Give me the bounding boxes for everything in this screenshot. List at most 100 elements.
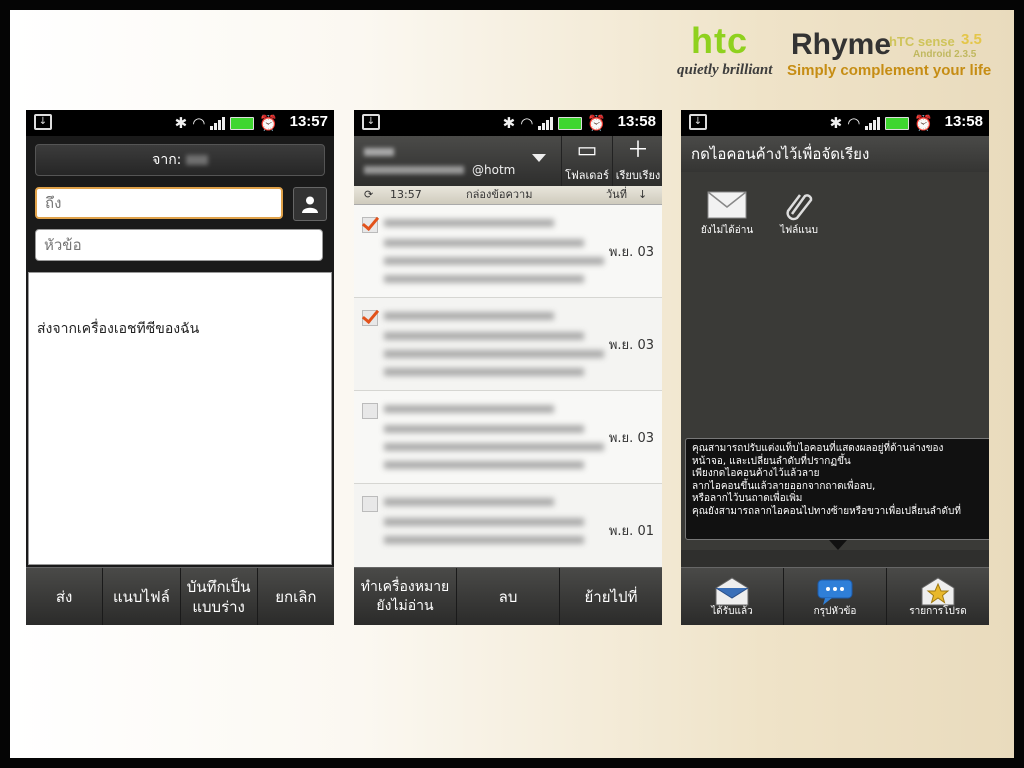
slot-unread[interactable]: ยังไม่ได้อ่าน — [697, 187, 757, 238]
attach-button[interactable]: แนบไฟล์ — [103, 568, 181, 625]
tab-group-label: กรุปหัวข้อ — [813, 605, 857, 617]
sync-time: 13:57 — [390, 188, 422, 201]
tab-favorites[interactable]: รายการโปรด — [887, 568, 989, 625]
inbox-toolbar: ทำเครื่องหมายยังไม่อ่าน ลบ ย้ายไปที่ — [354, 567, 662, 625]
message-checkbox[interactable] — [362, 310, 378, 326]
hint-line: หน้าจอ, และเปลี่ยนลำดับที่ปรากฏขึ้น — [692, 455, 851, 467]
inbox-subheader: ⟳ 13:57 กล่องข้อความ วันที่ ↓ — [354, 186, 662, 205]
signal-icon — [538, 116, 554, 130]
presentation-slide: htc Rhyme hTC sense 3.5 Android 2.3.5 qu… — [10, 10, 1014, 758]
message-date: พ.ย. 03 — [608, 431, 654, 446]
message-list: พ.ย. 03 พ.ย. 03 พ.ย. 03 พ.ย. 01 — [354, 205, 662, 577]
download-icon: ↓ — [362, 114, 380, 130]
move-to-button[interactable]: ย้ายไปที่ — [560, 568, 662, 625]
account-name-redacted — [364, 148, 394, 156]
sort-label: เรียบเรียง — [615, 169, 661, 182]
message-row[interactable]: พ.ย. 03 — [354, 205, 662, 298]
compose-screen: ↓ ✱ ◠ ⏰ 13:57 จาก: ส่งจากเครื่องเอชทีซีข… — [26, 110, 334, 625]
send-button[interactable]: ส่ง — [26, 568, 104, 625]
plus-icon: ＋ — [626, 138, 649, 163]
message-checkbox[interactable] — [362, 496, 378, 512]
folder-title: กล่องข้อความ — [466, 188, 533, 201]
sense-label: hTC sense — [889, 34, 955, 49]
contact-picker-button[interactable] — [293, 187, 327, 221]
mark-unread-button[interactable]: ทำเครื่องหมายยังไม่อ่าน — [354, 568, 457, 625]
person-icon — [302, 196, 318, 213]
tab-received[interactable]: ได้รับแล้ว — [681, 568, 784, 625]
hint-line: หรือลากไว้บนถาดเพื่อเพิ่ม — [692, 493, 803, 504]
status-time: 13:57 — [289, 113, 328, 130]
from-label: จาก: — [152, 152, 182, 168]
signal-icon — [865, 116, 881, 130]
envelope-icon — [707, 191, 747, 219]
model-name: Rhyme — [791, 28, 892, 61]
sort-field[interactable]: วันที่ — [606, 186, 627, 204]
battery-icon — [230, 116, 255, 130]
account-email-redacted — [364, 166, 464, 174]
signature-text: ส่งจากเครื่องเอชทีซีของฉัน — [37, 321, 200, 337]
from-account-redacted — [185, 155, 208, 165]
message-checkbox[interactable] — [362, 217, 378, 233]
branding: htc Rhyme hTC sense 3.5 Android 2.3.5 qu… — [677, 18, 996, 88]
alarm-icon: ⏰ — [587, 114, 606, 132]
tab-favorites-label: รายการโปรด — [909, 605, 967, 617]
to-field[interactable] — [35, 187, 283, 219]
bluetooth-icon: ✱ — [829, 114, 843, 132]
slot-attachment-label: ไฟล์แนบ — [780, 225, 818, 236]
hint-tooltip: คุณสามารถปรับแต่งแท็บไอคอนที่แสดงผลอยู่ท… — [685, 438, 989, 540]
tagline: Simply complement your life — [787, 62, 992, 79]
wifi-icon: ◠ — [847, 114, 861, 132]
status-time: 13:58 — [617, 113, 656, 130]
paperclip-icon — [786, 194, 813, 221]
hint-line: คุณสามารถปรับแต่งแท็บไอคอนที่แสดงผลอยู่ท… — [692, 443, 944, 454]
inbox-screen: ↓ ✱ ◠ ⏰ 13:58 @hotm ▭ โฟลเดอร์ ＋ เรียบเร… — [354, 110, 662, 625]
tab-group-by-subject[interactable]: กรุปหัวข้อ — [784, 568, 887, 625]
battery-icon — [885, 116, 910, 130]
bluetooth-icon: ✱ — [174, 114, 188, 132]
status-bar: ↓ ✱ ◠ ⏰ 13:58 — [681, 110, 989, 136]
hint-line: ลากไอคอนขึ้นแล้วลายออกจากถาดเพื่อลบ, — [692, 480, 876, 492]
status-bar: ↓ ✱ ◠ ⏰ 13:58 — [354, 110, 662, 136]
account-bar: @hotm ▭ โฟลเดอร์ ＋ เรียบเรียง — [354, 136, 662, 186]
chat-bubble-icon — [817, 579, 853, 605]
hint-arrow — [829, 540, 847, 550]
message-body[interactable]: ส่งจากเครื่องเอชทีซีของฉัน — [28, 272, 332, 565]
cancel-button[interactable]: ยกเลิก — [258, 568, 334, 625]
save-draft-button[interactable]: บันทึกเป็นแบบร่าง — [181, 568, 258, 625]
star-envelope-icon — [921, 576, 955, 605]
subject-field[interactable] — [35, 229, 323, 261]
message-date: พ.ย. 03 — [608, 245, 654, 260]
message-date: พ.ย. 01 — [608, 524, 654, 539]
status-time: 13:58 — [944, 113, 983, 130]
wifi-icon: ◠ — [520, 114, 534, 132]
battery-icon — [558, 116, 583, 130]
message-row[interactable]: พ.ย. 01 — [354, 484, 662, 577]
arrange-header: กดไอคอนค้างไว้เพื่อจัดเรียง — [681, 136, 989, 172]
hint-line: คุณยังสามารถลากไอคอนไปทางซ้ายหรือขวาเพื่… — [692, 505, 961, 517]
arrange-tabs-screen: ↓ ✱ ◠ ⏰ 13:58 กดไอคอนค้างไว้เพื่อจัดเรีย… — [681, 110, 989, 625]
slogan: quietly brilliant — [677, 62, 773, 78]
download-icon: ↓ — [34, 114, 52, 130]
from-selector[interactable]: จาก: — [35, 144, 325, 176]
wifi-icon: ◠ — [192, 114, 206, 132]
android-version: Android 2.3.5 — [913, 49, 977, 60]
alarm-icon: ⏰ — [259, 114, 278, 132]
open-envelope-icon — [715, 576, 749, 605]
sync-icon[interactable]: ⟳ — [364, 186, 373, 204]
status-bar: ↓ ✱ ◠ ⏰ 13:57 — [26, 110, 334, 136]
tab-received-label: ได้รับแล้ว — [711, 605, 753, 617]
tab-bar: ได้รับแล้ว กรุปหัวข้อ รายการโปรด — [681, 567, 989, 625]
folder-label: โฟลเดอร์ — [565, 169, 609, 182]
message-date: พ.ย. 03 — [608, 338, 654, 353]
message-row[interactable]: พ.ย. 03 — [354, 298, 662, 391]
compose-toolbar: ส่ง แนบไฟล์ บันทึกเป็นแบบร่าง ยกเลิก — [26, 567, 334, 625]
folder-button[interactable]: ▭ โฟลเดอร์ — [561, 136, 612, 186]
slot-attachment[interactable]: ไฟล์แนบ — [769, 187, 829, 238]
delete-button[interactable]: ลบ — [457, 568, 560, 625]
alarm-icon: ⏰ — [914, 114, 933, 132]
message-row[interactable]: พ.ย. 03 — [354, 391, 662, 484]
sort-button[interactable]: ＋ เรียบเรียง — [612, 136, 662, 186]
account-dropdown-icon[interactable] — [532, 154, 546, 162]
message-checkbox[interactable] — [362, 403, 378, 419]
slot-unread-label: ยังไม่ได้อ่าน — [700, 225, 754, 236]
